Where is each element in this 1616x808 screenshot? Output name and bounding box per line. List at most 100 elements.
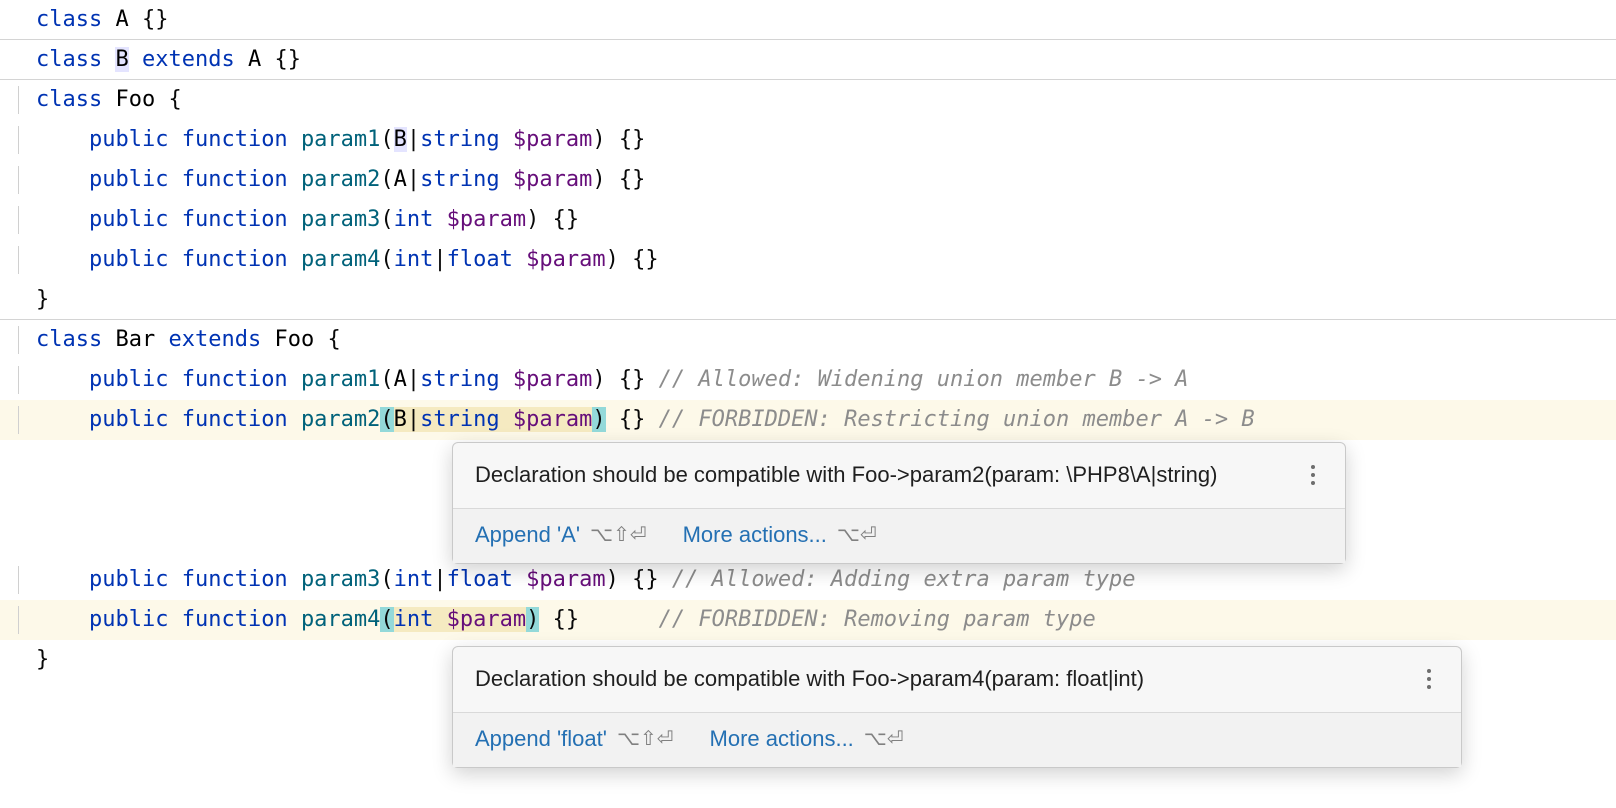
- comment: // Allowed: Widening union member B -> A: [659, 367, 1189, 392]
- text: {}: [539, 607, 579, 632]
- code-line[interactable]: class Bar extends Foo {: [0, 320, 1616, 360]
- bracket-match: ): [592, 407, 605, 432]
- fold-gutter[interactable]: [18, 606, 28, 634]
- class-name: A: [115, 7, 128, 32]
- keyword-class: class: [36, 7, 102, 32]
- function-name: param1: [301, 127, 380, 152]
- code-line-warning[interactable]: public function param4(int $param) {} //…: [0, 600, 1616, 640]
- inspection-text: Declaration should be compatible with Fo…: [475, 461, 1217, 490]
- type-warning: B: [394, 407, 407, 432]
- variable: $param: [526, 247, 605, 272]
- fold-gutter[interactable]: [18, 126, 28, 154]
- text: ) {}: [592, 127, 645, 152]
- keyword-public: public: [89, 127, 168, 152]
- type-warning: string: [420, 407, 499, 432]
- keyword-extends: extends: [168, 327, 261, 352]
- paren-open: (: [380, 127, 393, 152]
- keyword-public: public: [89, 207, 168, 232]
- pipe: |: [433, 247, 446, 272]
- code-line[interactable]: class B extends A {}: [0, 40, 1616, 80]
- code-line[interactable]: class Foo {: [0, 80, 1616, 120]
- code-line[interactable]: public function param2(A|string $param) …: [0, 160, 1616, 200]
- shortcut-label: ⌥⇧⏎: [617, 726, 674, 752]
- more-actions-link[interactable]: More actions...: [710, 725, 854, 754]
- keyword-class: class: [36, 87, 102, 112]
- code-line[interactable]: public function param3(int $param) {}: [0, 200, 1616, 240]
- type: A: [394, 167, 407, 192]
- brace: {: [155, 87, 182, 112]
- bracket-match: (: [380, 607, 393, 632]
- fold-gutter[interactable]: [18, 86, 28, 114]
- bracket-match: ): [526, 607, 539, 632]
- text: ) {}: [526, 207, 579, 232]
- type-warning: int: [394, 607, 434, 632]
- variable-warning: $param: [513, 407, 592, 432]
- function-name: param3: [301, 207, 380, 232]
- text: {}: [606, 407, 646, 432]
- keyword-public: public: [89, 167, 168, 192]
- variable-warning: $param: [447, 607, 526, 632]
- keyword-extends: extends: [142, 47, 235, 72]
- class-name: Foo: [115, 87, 155, 112]
- quickfix-append[interactable]: Append 'float': [475, 725, 607, 754]
- code-line-warning[interactable]: public function param2(B|string $param) …: [0, 400, 1616, 440]
- keyword-function: function: [182, 167, 288, 192]
- pipe: |: [407, 127, 420, 152]
- fold-gutter[interactable]: [18, 166, 28, 194]
- text: {}: [261, 47, 301, 72]
- quickfix-append[interactable]: Append 'A': [475, 521, 580, 550]
- function-name: param2: [301, 167, 380, 192]
- keyword-function: function: [182, 407, 288, 432]
- class-name: Bar: [115, 327, 155, 352]
- code-line[interactable]: class A {}: [0, 0, 1616, 40]
- function-name: param4: [301, 607, 380, 632]
- inspection-message: Declaration should be compatible with Fo…: [453, 443, 1345, 508]
- fold-gutter[interactable]: [18, 406, 28, 434]
- comment: // FORBIDDEN: Restricting union member A…: [659, 407, 1255, 432]
- keyword-class: class: [36, 47, 102, 72]
- fold-gutter[interactable]: [18, 566, 28, 594]
- text: {}: [129, 7, 169, 32]
- text: ) {}: [592, 167, 645, 192]
- fold-gutter[interactable]: [18, 326, 28, 354]
- variable: $param: [526, 567, 605, 592]
- variable: $param: [513, 167, 592, 192]
- type: string: [420, 167, 499, 192]
- keyword-function: function: [182, 567, 288, 592]
- type: A: [394, 367, 407, 392]
- code-editor[interactable]: class A {} class B extends A {} class Fo…: [0, 0, 1616, 680]
- code-line[interactable]: public function param4(int|float $param)…: [0, 240, 1616, 280]
- brace: {: [314, 327, 341, 352]
- pipe: |: [407, 367, 420, 392]
- code-line[interactable]: public function param3(int|float $param)…: [0, 560, 1616, 600]
- text: ) {}: [606, 567, 659, 592]
- fold-gutter[interactable]: [18, 206, 28, 234]
- function-name: param2: [301, 407, 380, 432]
- paren-open: (: [380, 207, 393, 232]
- comment: // Allowed: Adding extra param type: [672, 567, 1136, 592]
- keyword-public: public: [89, 607, 168, 632]
- type: int: [394, 567, 434, 592]
- shortcut-label: ⌥⏎: [864, 726, 904, 752]
- function-name: param4: [301, 247, 380, 272]
- function-name: param3: [301, 567, 380, 592]
- more-actions-link[interactable]: More actions...: [683, 521, 827, 550]
- code-line[interactable]: public function param1(A|string $param) …: [0, 360, 1616, 400]
- inspection-popup-param2: Declaration should be compatible with Fo…: [452, 442, 1346, 564]
- fold-gutter[interactable]: [18, 366, 28, 394]
- pipe: |: [433, 567, 446, 592]
- variable: $param: [513, 127, 592, 152]
- class-name: B: [115, 47, 128, 72]
- code-line[interactable]: public function param1(B|string $param) …: [0, 120, 1616, 160]
- inspection-message: Declaration should be compatible with Fo…: [453, 647, 1461, 712]
- fold-gutter[interactable]: [18, 246, 28, 274]
- kebab-icon[interactable]: [1303, 465, 1323, 485]
- code-line[interactable]: }: [0, 280, 1616, 320]
- type: int: [394, 247, 434, 272]
- class-name: A: [248, 47, 261, 72]
- paren-open: (: [380, 247, 393, 272]
- text: ) {}: [606, 247, 659, 272]
- kebab-icon[interactable]: [1419, 669, 1439, 689]
- shortcut-label: ⌥⏎: [837, 522, 877, 548]
- type: B: [394, 127, 407, 152]
